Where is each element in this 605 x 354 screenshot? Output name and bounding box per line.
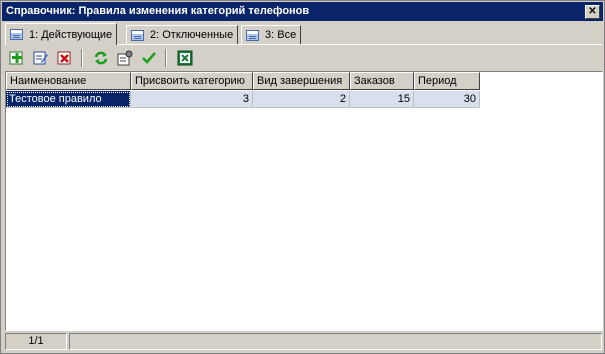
delete-button[interactable]	[55, 48, 75, 68]
edit-icon	[33, 51, 48, 65]
table-icon	[131, 29, 144, 41]
apply-button[interactable]	[139, 48, 159, 68]
toolbar-separator	[165, 49, 167, 67]
status-bar: 1/1	[5, 332, 602, 351]
table-icon	[10, 29, 23, 40]
toolbar-separator	[81, 49, 83, 67]
column-header-assign-category[interactable]: Присвоить категорию	[131, 72, 253, 90]
refresh-icon	[94, 51, 108, 65]
dialog-window: Справочник: Правила изменения категорий …	[0, 0, 605, 354]
delete-icon	[57, 51, 71, 65]
tab-strip: 1: Действующие 2: Отключенные 3: Все	[5, 23, 602, 45]
tab-disabled[interactable]: 2: Отключенные	[126, 25, 239, 44]
cell-period[interactable]: 30	[414, 91, 480, 108]
apply-checkmark-icon	[142, 52, 156, 64]
tab-active[interactable]: 1: Действующие	[5, 23, 118, 45]
tab-label: 1: Действующие	[29, 28, 113, 41]
cell-completion-type[interactable]: 2	[253, 91, 350, 108]
title-bar[interactable]: Справочник: Правила изменения категорий …	[2, 2, 603, 21]
column-header-orders[interactable]: Заказов	[350, 72, 414, 90]
refresh-button[interactable]	[91, 48, 111, 68]
tab-label: 2: Отключенные	[150, 29, 234, 41]
excel-export-icon	[177, 50, 193, 66]
close-button[interactable]: ✕	[585, 5, 600, 19]
column-header-period[interactable]: Период	[414, 72, 480, 90]
toolbar	[5, 46, 602, 70]
window-title: Справочник: Правила изменения категорий …	[6, 5, 310, 17]
cell-name[interactable]: Тестовое правило	[6, 91, 131, 108]
add-button[interactable]	[7, 48, 27, 68]
table-icon	[246, 29, 259, 41]
column-header-name[interactable]: Наименование	[6, 72, 131, 90]
properties-icon	[117, 50, 133, 66]
status-panel	[69, 333, 602, 350]
excel-export-button[interactable]	[175, 48, 195, 68]
edit-button[interactable]	[31, 48, 51, 68]
tab-label: 3: Все	[265, 29, 297, 41]
cell-assign-category[interactable]: 3	[131, 91, 253, 108]
tab-all[interactable]: 3: Все	[241, 25, 302, 44]
properties-button[interactable]	[115, 48, 135, 68]
cell-orders[interactable]: 15	[350, 91, 414, 108]
record-position: 1/1	[5, 333, 67, 350]
add-icon	[9, 51, 23, 65]
rules-table[interactable]: Наименование Присвоить категорию Вид зав…	[5, 71, 603, 331]
column-header-completion-type[interactable]: Вид завершения	[253, 72, 350, 90]
